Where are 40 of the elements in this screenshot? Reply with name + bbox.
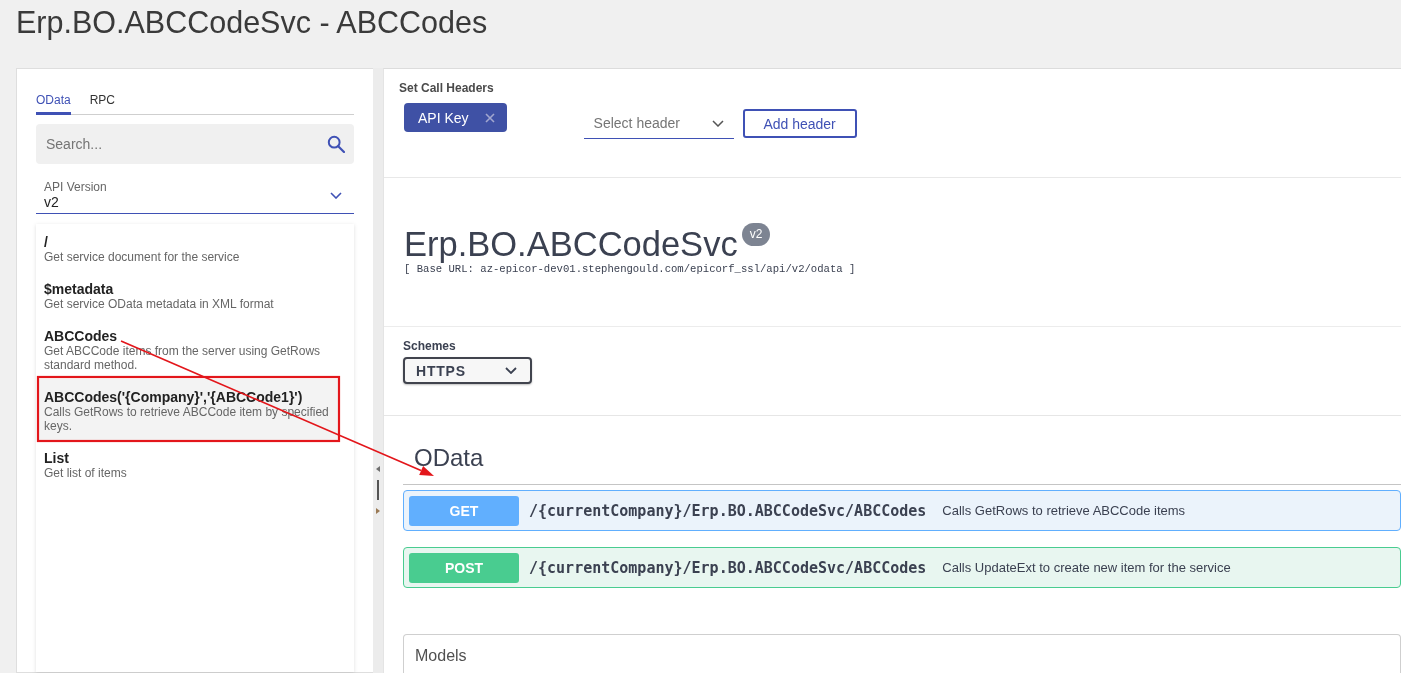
add-header-button[interactable]: Add header (742, 109, 857, 138)
endpoint-path: $metadata (44, 281, 114, 297)
endpoint-item[interactable]: $metadata Get service OData metadata in XML format (39, 271, 339, 318)
page-title: Erp.BO.ABCCodeSvc - ABCCodes (16, 4, 488, 42)
search-field[interactable]: Search... (36, 124, 354, 164)
base-url: [ Base URL: az-epicor-dev01.stephengould.com/epicorf_ssl/api/v2/odata ] (404, 263, 856, 275)
endpoint-path: ABCCodes (44, 328, 118, 344)
endpoint-description: Get service OData metadata in XML format (44, 297, 274, 311)
header-select[interactable]: Select header (583, 108, 734, 139)
operation-path: /{currentCompany}/Erp.BO.ABCCodeSvc/ABCCodes (529, 501, 927, 520)
close-icon[interactable] (484, 112, 495, 123)
endpoint-item[interactable]: / Get service document for the service (39, 224, 339, 271)
endpoint-item[interactable]: List Get list of items (39, 440, 339, 487)
tab[interactable]: RPC (89, 88, 116, 115)
section-heading: OData (403, 444, 1401, 485)
version-badge: v2 (741, 223, 771, 246)
call-headers-title: Set Call Headers (399, 80, 494, 96)
endpoint-description: Calls GetRows to retrieve ABCCode item by specified keys. (44, 405, 330, 433)
service-title: Erp.BO.ABCCodeSvc (404, 225, 738, 263)
operation-path: /{currentCompany}/Erp.BO.ABCCodeSvc/ABCCodes (529, 558, 927, 577)
operation-row[interactable]: GET /{currentCompany}/Erp.BO.ABCCodeSvc/ABCCodes Calls GetRows to retrieve ABCCode items (403, 490, 1401, 531)
chevron-down-icon (711, 119, 724, 127)
models-title[interactable]: Models (415, 647, 467, 665)
header-chip[interactable]: API Key (404, 103, 507, 132)
tab[interactable]: OData (36, 88, 71, 115)
chevron-down-icon (505, 367, 517, 374)
search-icon[interactable] (327, 135, 345, 153)
endpoint-path: / (44, 234, 48, 250)
endpoint-description: Get list of items (44, 466, 127, 480)
collapse-left-icon[interactable] (376, 466, 380, 472)
scheme-select[interactable]: HTTPS (403, 357, 532, 384)
operation-description: Calls UpdateExt to create new item for the service (942, 560, 1231, 575)
endpoint-path: List (44, 450, 69, 466)
endpoint-description: Get service document for the service (44, 250, 240, 264)
operation-row[interactable]: POST /{currentCompany}/Erp.BO.ABCCodeSvc/ABCCodes Calls UpdateExt to create new item for the service (403, 547, 1401, 588)
expand-right-icon[interactable] (376, 508, 380, 514)
chevron-down-icon (330, 191, 342, 199)
schemes-label: Schemes (403, 339, 456, 353)
api-version-dropdown[interactable]: API Version v2 (36, 178, 354, 214)
operation-description: Calls GetRows to retrieve ABCCode items (942, 503, 1186, 518)
